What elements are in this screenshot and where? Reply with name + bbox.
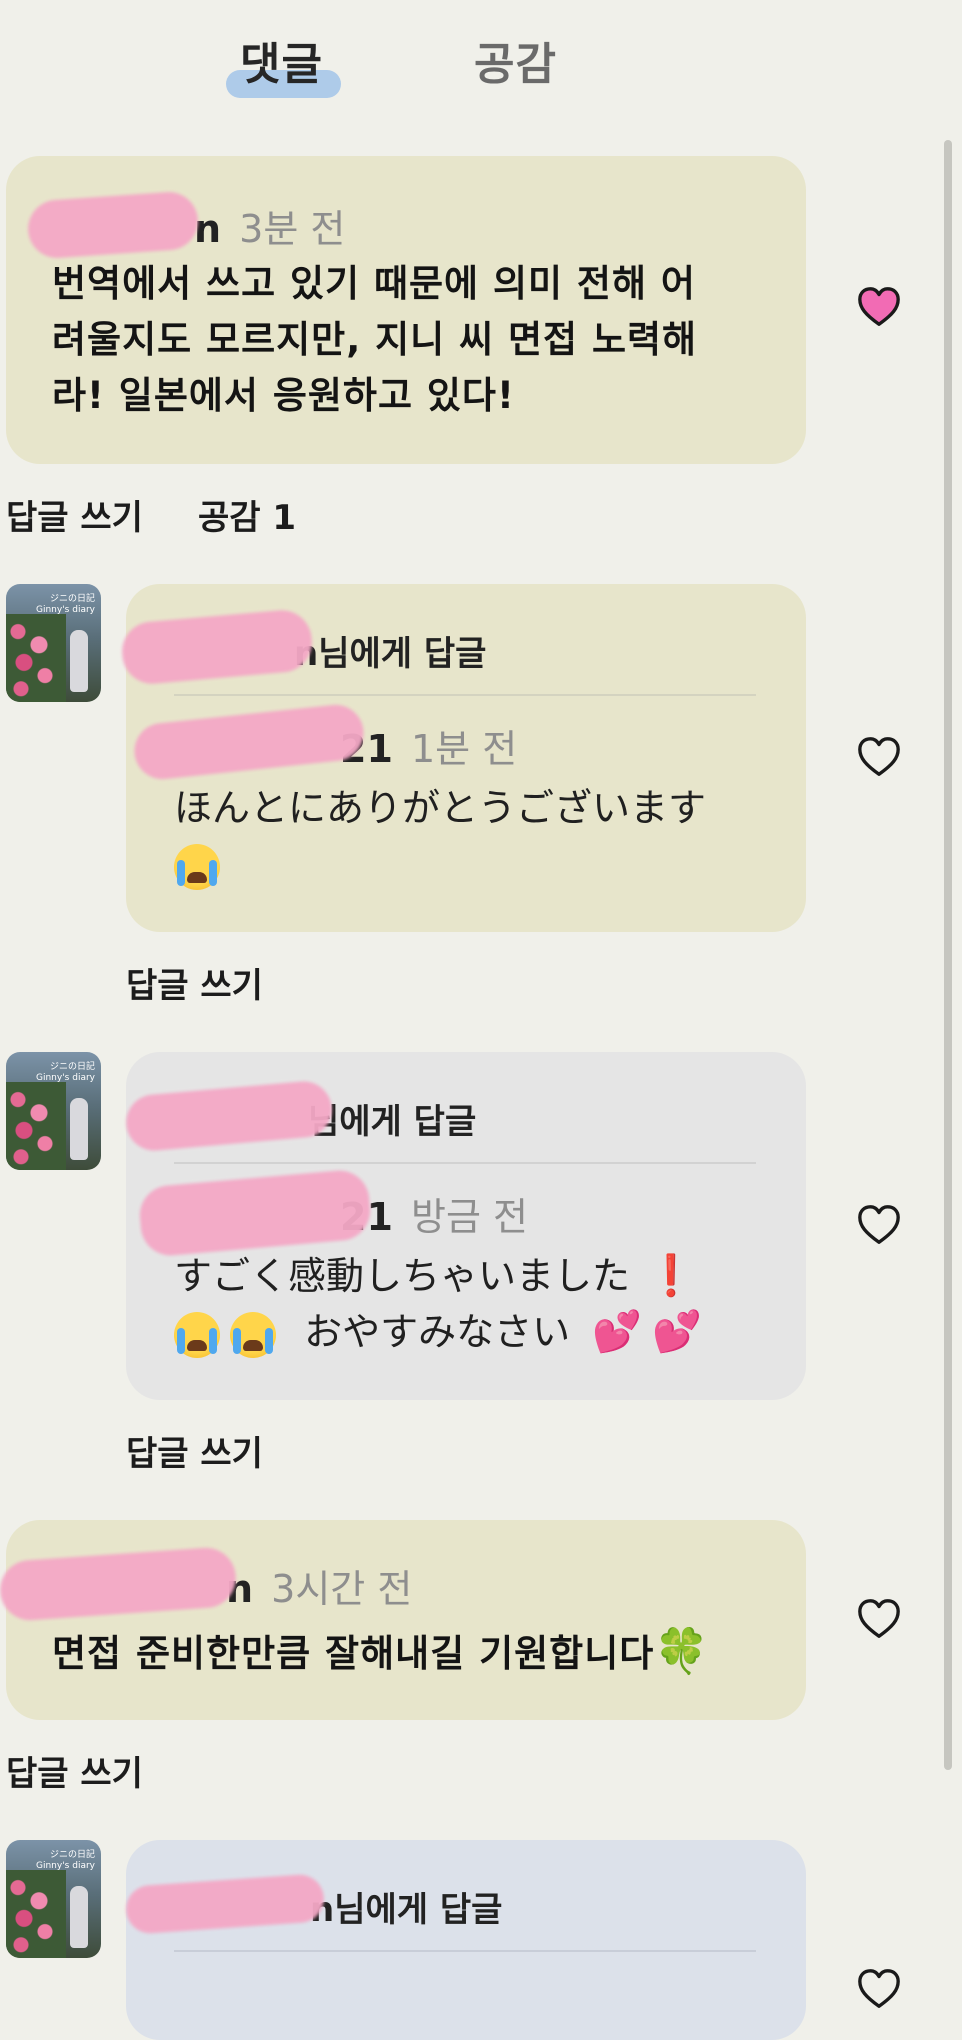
comment-text-line: 려울지도 모르지만, 지니 씨 면접 노력해	[52, 318, 698, 361]
avatar-caption-line: Ginny's diary	[36, 1073, 95, 1083]
avatar-caption-line: Ginny's diary	[36, 605, 95, 615]
avatar-flowers	[6, 1082, 66, 1170]
comment-text: 면접 준비한만큼 잘해내길 기원합니다🍀	[52, 1624, 710, 1682]
reply-divider	[174, 694, 756, 696]
comment-time: 1분 전	[410, 727, 518, 771]
redaction-scribble	[26, 190, 200, 260]
redaction-scribble	[123, 1079, 335, 1153]
reply-bubble: n님에게 답글 21 1분 전 ほんとにありがとうございます	[119, 584, 806, 932]
comment-text-segment: すごく感動しちゃいました	[174, 1254, 631, 1298]
reply-divider	[174, 1950, 756, 1952]
comment-text: 번역에서 쓰고 있기 때문에 의미 전해 어 려울지도 모르지만, 지니 씨 면…	[52, 256, 697, 424]
comment-text-segment: おやすみなさい	[304, 1310, 571, 1354]
comment-time: 방금 전	[410, 1195, 528, 1239]
avatar-flowers	[6, 614, 66, 702]
reply-bubble: n님에게 답글	[124, 1840, 806, 2040]
comment-emoji-line	[174, 836, 706, 892]
comment-text: ほんとにありがとうございます	[174, 780, 706, 892]
redaction-scribble	[119, 607, 315, 687]
avatar-figure	[70, 630, 88, 692]
tab-comments-label: 댓글	[240, 39, 323, 90]
comment-bubble: n 3분 전 번역에서 쓰고 있기 때문에 의미 전해 어 려울지도 모르지만,…	[6, 156, 806, 464]
comment-tabs: 댓글 공감	[0, 22, 962, 102]
tab-likes-label: 공감	[474, 39, 557, 90]
scrollbar[interactable]	[944, 140, 952, 1770]
reply-to-label: n님에게 답글	[294, 634, 487, 674]
commenter-name: n	[194, 207, 222, 251]
comment-text: すごく感動しちゃいました ❗ おやすみなさい 💕 💕	[174, 1248, 702, 1360]
avatar-figure	[70, 1886, 88, 1948]
comment-bubble: n 3시간 전 면접 준비한만큼 잘해내길 기원합니다🍀	[0, 1520, 806, 1720]
redaction-scribble	[137, 1168, 373, 1258]
reply-button[interactable]: 답글 쓰기	[126, 1426, 263, 1475]
comment-text-line-2: おやすみなさい 💕 💕	[174, 1304, 702, 1360]
heart-outline-icon[interactable]	[856, 734, 902, 780]
comment-text-line: ほんとにありがとうございます	[174, 786, 707, 830]
reply-to-label: 님에게 답글	[308, 1102, 477, 1142]
comment-text-line: 라! 일본에서 응원하고 있다!	[52, 374, 515, 417]
avatar-figure	[70, 1098, 88, 1160]
avatar-caption-line: ジニの日記	[49, 1850, 95, 1860]
avatar-caption-line: ジニの日記	[49, 594, 95, 604]
heart-filled-icon[interactable]	[856, 284, 902, 330]
exclamation-emoji: ❗	[646, 1253, 696, 1299]
loudly-crying-emoji	[230, 1311, 276, 1358]
reply-button[interactable]: 답글 쓰기	[6, 490, 143, 539]
avatar[interactable]: ジニの日記 Ginny's diary	[6, 584, 101, 702]
avatar-flowers	[6, 1870, 66, 1958]
avatar-caption-line: ジニの日記	[49, 1062, 95, 1072]
comment-time: 3분 전	[239, 207, 346, 251]
loudly-crying-emoji	[174, 1311, 220, 1358]
reply-to-label: n님에게 답글	[310, 1890, 503, 1930]
tab-comments[interactable]: 댓글	[226, 28, 341, 98]
avatar[interactable]: ジニの日記 Ginny's diary	[6, 1052, 101, 1170]
tab-likes[interactable]: 공감	[474, 28, 557, 92]
reply-button[interactable]: 답글 쓰기	[6, 1746, 143, 1795]
comment-time: 3시간 전	[271, 1567, 413, 1611]
loudly-crying-emoji	[174, 843, 220, 890]
reply-divider	[174, 1162, 756, 1164]
avatar[interactable]: ジニの日記 Ginny's diary	[6, 1840, 101, 1958]
avatar-caption-line: Ginny's diary	[36, 1861, 95, 1871]
redaction-scribble	[124, 1873, 326, 1935]
heart-outline-icon[interactable]	[856, 1596, 902, 1642]
avatar-caption: ジニの日記 Ginny's diary	[36, 1850, 95, 1872]
heart-outline-icon[interactable]	[856, 1966, 902, 2012]
comment-text-segment: 면접 준비한만큼 잘해내길 기원합니다	[52, 1632, 655, 1675]
reply-button[interactable]: 답글 쓰기	[126, 958, 263, 1007]
comment-text-line: 번역에서 쓰고 있기 때문에 의미 전해 어	[52, 262, 696, 305]
reply-bubble: 님에게 답글 21 방금 전 すごく感動しちゃいました❗ おやすみなさい 💕💕	[123, 1052, 806, 1400]
two-hearts-emoji: 💕	[592, 1309, 643, 1355]
clover-emoji: 🍀	[654, 1626, 711, 1677]
two-hearts-emoji: 💕	[652, 1309, 702, 1355]
avatar-caption: ジニの日記 Ginny's diary	[36, 1062, 95, 1084]
comment-text-line-1: すごく感動しちゃいました ❗	[174, 1248, 702, 1304]
heart-outline-icon[interactable]	[856, 1202, 902, 1248]
avatar-caption: ジニの日記 Ginny's diary	[36, 594, 95, 616]
like-count-button[interactable]: 공감 1	[198, 490, 296, 539]
